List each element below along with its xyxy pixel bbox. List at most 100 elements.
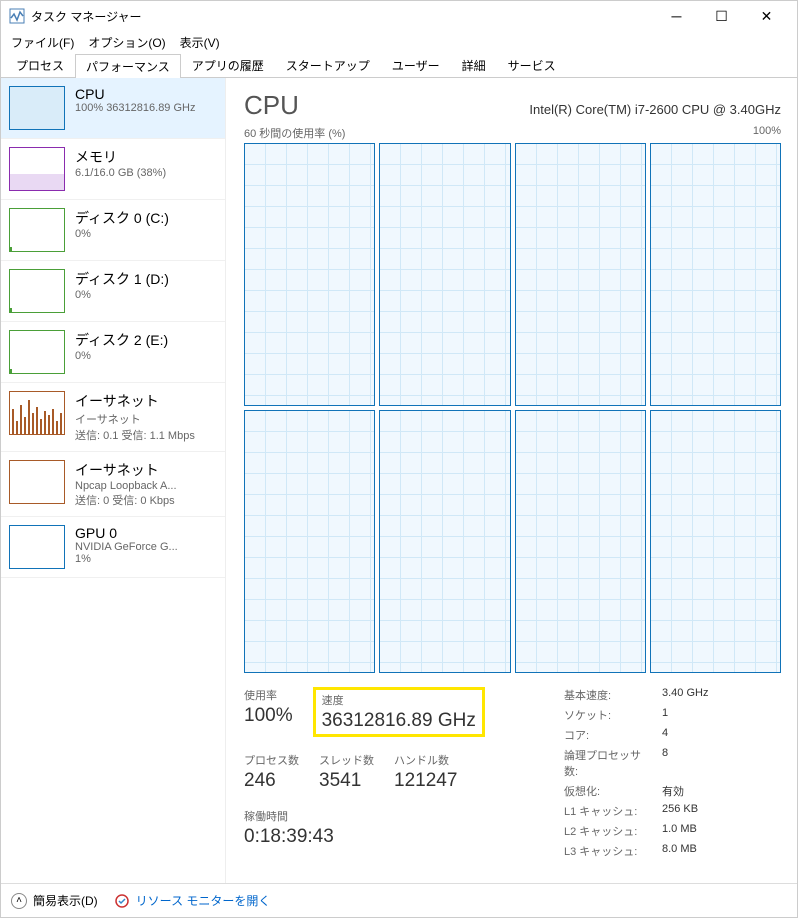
stat-processes-value: 246 xyxy=(244,770,299,792)
cpu-thumb-icon xyxy=(9,86,65,130)
cpu-core-graph xyxy=(379,143,510,406)
tab-apphistory[interactable]: アプリの履歴 xyxy=(181,53,275,77)
cpu-core-graph xyxy=(650,410,781,673)
sidebar-item-sub: Npcap Loopback A... xyxy=(75,480,217,492)
menu-file[interactable]: ファイル(F) xyxy=(5,32,80,53)
memory-thumb-icon xyxy=(9,147,65,191)
spec-value: 8.0 MB xyxy=(662,843,697,859)
sidebar-item-ethernet1[interactable]: イーサネット Npcap Loopback A... 送信: 0 受信: 0 K… xyxy=(1,452,225,517)
tab-processes[interactable]: プロセス xyxy=(5,53,75,77)
tab-users[interactable]: ユーザー xyxy=(381,53,451,77)
stat-uptime-value: 0:18:39:43 xyxy=(244,826,524,848)
stat-speed-label: 速度 xyxy=(322,692,476,708)
spec-value: 3.40 GHz xyxy=(662,687,708,703)
cpu-core-graph xyxy=(515,410,646,673)
stat-speed-value: 36312816.89 GHz xyxy=(322,710,476,732)
disk-thumb-icon xyxy=(9,269,65,313)
titlebar[interactable]: タスク マネージャー ─ ☐ ✕ xyxy=(1,1,797,31)
cpu-core-graph xyxy=(515,143,646,406)
tab-details[interactable]: 詳細 xyxy=(451,53,497,77)
tab-startup[interactable]: スタートアップ xyxy=(275,53,381,77)
sidebar: CPU 100% 36312816.89 GHz メモリ 6.1/16.0 GB… xyxy=(1,78,226,883)
close-button[interactable]: ✕ xyxy=(744,1,789,31)
tab-services[interactable]: サービス xyxy=(497,53,567,77)
sidebar-item-sub: NVIDIA GeForce G... xyxy=(75,541,217,553)
open-resource-monitor-link[interactable]: リソース モニターを開く xyxy=(114,892,271,909)
sidebar-item-sub: 6.1/16.0 GB (38%) xyxy=(75,167,217,179)
sidebar-item-sub: イーサネット xyxy=(75,411,217,427)
disk-thumb-icon xyxy=(9,208,65,252)
spec-row: L2 キャッシュ: 1.0 MB xyxy=(564,823,708,839)
highlight-box: 速度 36312816.89 GHz xyxy=(313,687,485,737)
spec-label: コア: xyxy=(564,727,654,743)
ethernet-thumb-icon xyxy=(9,391,65,435)
menu-view[interactable]: 表示(V) xyxy=(174,32,226,53)
footer: ˄ 簡易表示(D) リソース モニターを開く xyxy=(1,883,797,917)
tab-performance[interactable]: パフォーマンス xyxy=(75,54,181,78)
cpu-core-graph xyxy=(244,143,375,406)
graph-label-right: 100% xyxy=(753,125,781,141)
spec-row: L3 キャッシュ: 8.0 MB xyxy=(564,843,708,859)
window-title: タスク マネージャー xyxy=(31,8,654,25)
cpu-model: Intel(R) Core(TM) i7-2600 CPU @ 3.40GHz xyxy=(529,102,781,117)
cpu-core-graph xyxy=(650,143,781,406)
minimize-button[interactable]: ─ xyxy=(654,1,699,31)
spec-row: コア: 4 xyxy=(564,727,708,743)
fewer-details-button[interactable]: ˄ 簡易表示(D) xyxy=(11,892,98,909)
cpu-core-graph xyxy=(244,410,375,673)
stat-uptime-label: 稼働時間 xyxy=(244,808,524,824)
spec-row: 論理プロセッサ数:8 xyxy=(564,747,708,779)
maximize-button[interactable]: ☐ xyxy=(699,1,744,31)
sidebar-item-gpu0[interactable]: GPU 0 NVIDIA GeForce G... 1% xyxy=(1,517,225,578)
sidebar-item-label: イーサネット xyxy=(75,460,217,480)
sidebar-item-sub: 0% xyxy=(75,289,217,301)
sidebar-item-ethernet0[interactable]: イーサネット イーサネット 送信: 0.1 受信: 1.1 Mbps xyxy=(1,383,225,452)
spec-row: 基本速度: 3.40 GHz xyxy=(564,687,708,703)
page-title: CPU xyxy=(244,90,299,121)
sidebar-item-label: ディスク 1 (D:) xyxy=(75,269,217,289)
spec-table: 基本速度: 3.40 GHz ソケット: 1 コア: 4 論理プロセッサ数:8 仮想化: 有効 L… xyxy=(564,687,708,863)
spec-label: L1 キャッシュ: xyxy=(564,803,654,819)
spec-value: 1 xyxy=(662,707,668,723)
sidebar-item-disk2[interactable]: ディスク 2 (E:) 0% xyxy=(1,322,225,383)
sidebar-item-sub2: 1% xyxy=(75,553,217,565)
disk-thumb-icon xyxy=(9,330,65,374)
spec-label: ソケット: xyxy=(564,707,654,723)
sidebar-item-sub: 0% xyxy=(75,350,217,362)
sidebar-item-sub2: 送信: 0 受信: 0 Kbps xyxy=(75,492,217,508)
spec-label: 論理プロセッサ数: xyxy=(564,747,654,779)
sidebar-item-label: メモリ xyxy=(75,147,217,167)
stat-handles-value: 121247 xyxy=(394,770,457,792)
graph-label-left: 60 秒間の使用率 (%) xyxy=(244,125,345,141)
sidebar-item-disk0[interactable]: ディスク 0 (C:) 0% xyxy=(1,200,225,261)
chevron-up-icon: ˄ xyxy=(11,893,27,909)
cpu-graph-grid xyxy=(244,143,781,673)
sidebar-item-sub2: 送信: 0.1 受信: 1.1 Mbps xyxy=(75,427,217,443)
spec-label: 仮想化: xyxy=(564,783,654,799)
sidebar-item-memory[interactable]: メモリ 6.1/16.0 GB (38%) xyxy=(1,139,225,200)
spec-row: L1 キャッシュ:256 KB xyxy=(564,803,708,819)
spec-label: 基本速度: xyxy=(564,687,654,703)
spec-label: L2 キャッシュ: xyxy=(564,823,654,839)
main-panel: CPU Intel(R) Core(TM) i7-2600 CPU @ 3.40… xyxy=(226,78,797,883)
sidebar-item-sub: 0% xyxy=(75,228,217,240)
cpu-core-graph xyxy=(379,410,510,673)
gpu-thumb-icon xyxy=(9,525,65,569)
sidebar-item-cpu[interactable]: CPU 100% 36312816.89 GHz xyxy=(1,78,225,139)
spec-value: 8 xyxy=(662,747,668,779)
sidebar-item-label: GPU 0 xyxy=(75,525,217,541)
stat-threads-value: 3541 xyxy=(319,770,374,792)
spec-value: 4 xyxy=(662,727,668,743)
sidebar-item-label: イーサネット xyxy=(75,391,217,411)
spec-value: 1.0 MB xyxy=(662,823,697,839)
stat-usage-value: 100% xyxy=(244,705,293,727)
stat-processes-label: プロセス数 xyxy=(244,752,299,768)
sidebar-item-disk1[interactable]: ディスク 1 (D:) 0% xyxy=(1,261,225,322)
menubar: ファイル(F) オプション(O) 表示(V) xyxy=(1,31,797,53)
sidebar-item-label: ディスク 2 (E:) xyxy=(75,330,217,350)
spec-label: L3 キャッシュ: xyxy=(564,843,654,859)
spec-value: 有効 xyxy=(662,783,684,799)
tabbar: プロセス パフォーマンス アプリの履歴 スタートアップ ユーザー 詳細 サービス xyxy=(1,53,797,78)
menu-options[interactable]: オプション(O) xyxy=(82,32,171,53)
ethernet-thumb-icon xyxy=(9,460,65,504)
